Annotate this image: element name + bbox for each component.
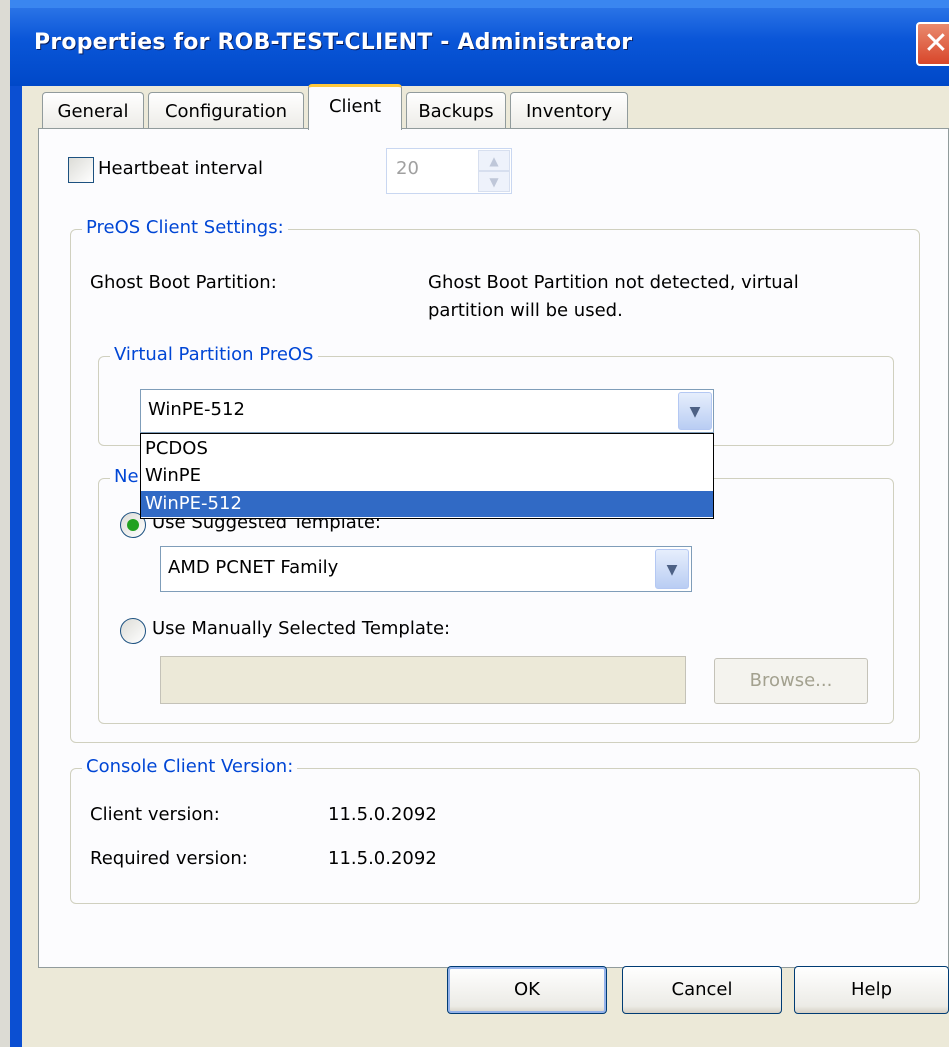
network-template-legend: Ne [110,466,143,487]
help-button[interactable]: Help [794,966,949,1014]
heartbeat-label: Heartbeat interval [98,158,264,179]
tab-inventory[interactable]: Inventory [510,92,628,130]
tab-configuration[interactable]: Configuration [148,92,304,130]
ghost-boot-partition-label: Ghost Boot Partition: [90,272,277,293]
close-icon[interactable]: ✕ [916,22,949,66]
client-version-label: Client version: [90,804,220,825]
manual-template-radio[interactable] [120,618,146,644]
required-version-label: Required version: [90,848,248,869]
manual-template-label: Use Manually Selected Template: [152,618,451,639]
ghost-boot-partition-status-line2: partition will be used. [428,300,623,321]
suggested-template-value: AMD PCNET Family [168,557,339,578]
preos-settings-legend: PreOS Client Settings: [82,217,288,238]
tab-backups[interactable]: Backups [406,92,506,130]
window-title: Properties for ROB-TEST-CLIENT - Adminis… [34,30,633,55]
spinner-down-icon: ▼ [478,171,510,192]
ok-button[interactable]: OK [447,966,607,1014]
dropdown-option-winpe[interactable]: WinPE [141,463,713,489]
ghost-boot-partition-status-line1: Ghost Boot Partition not detected, virtu… [428,272,799,293]
required-version-value: 11.5.0.2092 [328,848,437,869]
virtual-partition-legend: Virtual Partition PreOS [110,344,318,365]
virtual-partition-dropdown-list: PCDOS WinPE WinPE-512 [140,433,714,519]
console-client-version-legend: Console Client Version: [82,756,298,777]
heartbeat-checkbox[interactable] [68,157,94,183]
cancel-button[interactable]: Cancel [622,966,782,1014]
dropdown-option-winpe-512[interactable]: WinPE-512 [141,491,713,517]
chevron-down-icon[interactable]: ▼ [655,549,689,589]
background-window-edge [0,0,10,1047]
chevron-down-icon[interactable]: ▼ [678,392,712,430]
tab-client[interactable]: Client [308,84,402,130]
virtual-partition-selected-value: WinPE-512 [148,399,245,420]
dropdown-option-pcdos[interactable]: PCDOS [141,436,713,462]
radio-selected-dot [127,519,139,531]
window-frame-left [10,86,22,1047]
tab-general[interactable]: General [42,92,144,130]
client-version-value: 11.5.0.2092 [328,804,437,825]
manual-template-path-field[interactable] [160,656,686,704]
heartbeat-interval-value: 20 [396,158,419,179]
browse-button[interactable]: Browse... [714,658,868,704]
console-client-version-group [70,768,920,904]
spinner-up-icon: ▲ [478,150,510,171]
